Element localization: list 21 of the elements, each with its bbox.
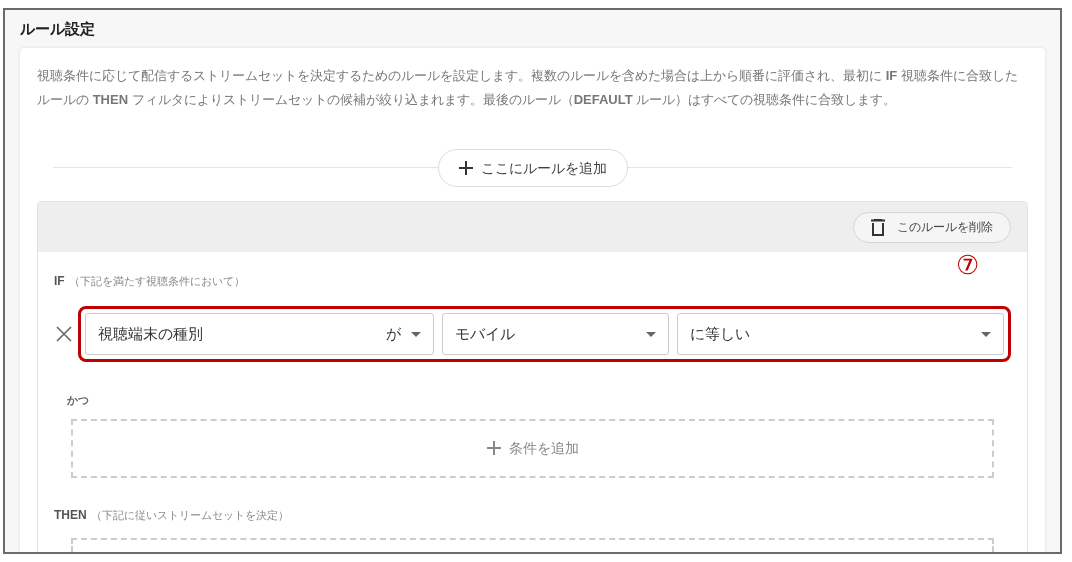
- if-hint: （下記を満たす視聴条件において）: [68, 274, 245, 289]
- section-title: ルール設定: [20, 19, 96, 39]
- caret-icon: [411, 331, 421, 337]
- plus-icon: [486, 441, 501, 455]
- caret-icon: [981, 331, 991, 337]
- close-icon: [56, 326, 72, 342]
- add-rule-button[interactable]: ここにルールを追加: [437, 149, 628, 187]
- and-label: かつ: [67, 393, 90, 408]
- annotation-number: ⑦: [956, 250, 979, 280]
- add-condition-button[interactable]: 条件を追加: [71, 418, 994, 478]
- caret-icon: [646, 331, 656, 337]
- delete-rule-button[interactable]: このルールを削除: [853, 211, 1011, 243]
- plus-icon: [458, 161, 473, 175]
- operator-dropdown[interactable]: に等しい: [677, 313, 1004, 355]
- if-label: IF: [54, 273, 65, 290]
- trash-icon: [871, 218, 885, 236]
- attribute-dropdown[interactable]: 視聴端末の種別 が: [85, 313, 434, 355]
- then-hint: （下記に従いストリームセットを決定）: [90, 507, 289, 523]
- value-dropdown[interactable]: モバイル: [442, 313, 669, 355]
- then-label: THEN: [54, 506, 87, 524]
- description: 視聴条件に応じて配信するストリームセットを決定するためのルールを設定します。複数のルールを含めた場合は上から順番に評価され、最初に IF 視聴条件に合致したルールの THEN フィルタによりストリームセットの候補が絞り込まれます。最後のルール（DEFAULT ルール）はすべての視聴条件に合致します。: [37, 67, 1019, 109]
